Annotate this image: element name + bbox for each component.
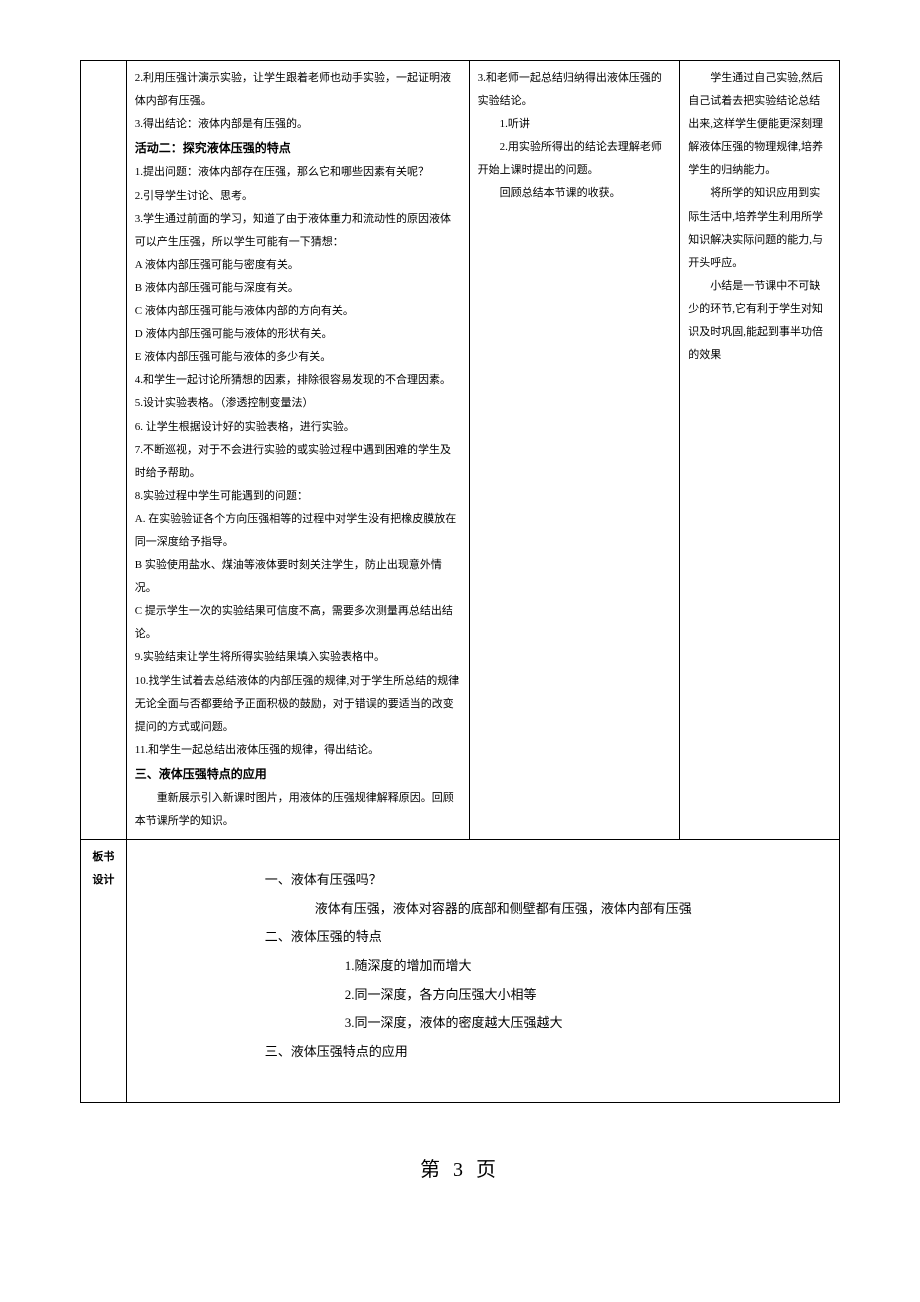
text-line: B 液体内部压强可能与深度有关。 (135, 277, 461, 300)
text-line: 7.不断巡视，对于不会进行实验的或实验过程中遇到困难的学生及时给予帮助。 (135, 439, 461, 485)
board-label: 板书设计 (81, 840, 127, 1103)
text-line: 8.实验过程中学生可能遇到的问题： (135, 485, 461, 508)
row-label-empty (81, 61, 127, 840)
lesson-table: 2.利用压强计演示实验，让学生跟着老师也动手实验，一起证明液体内部有压强。 3.… (80, 60, 840, 1103)
text-line: 11.和学生一起总结出液体压强的规律，得出结论。 (135, 739, 461, 762)
text-line: 10.找学生试着去总结液体的内部压强的规律,对于学生所总结的规律无论全面与否都要… (135, 670, 461, 739)
text-line: C 液体内部压强可能与液体内部的方向有关。 (135, 300, 461, 323)
board-content: 一、液体有压强吗？ 液体有压强，液体对容器的底部和侧壁都有压强，液体内部有压强 … (135, 846, 831, 1096)
text-line: 3.学生通过前面的学习，知道了由于液体重力和流动性的原因液体可以产生压强，所以学… (135, 208, 461, 254)
board-line: 三、液体压强特点的应用 (265, 1038, 821, 1067)
page-number: 第 3 页 (80, 1153, 840, 1182)
text-line: 回顾总结本节课的收获。 (478, 182, 672, 205)
board-line: 1.随深度的增加而增大 (345, 952, 821, 981)
text-line: 9.实验结束让学生将所得实验结果填入实验表格中。 (135, 646, 461, 669)
board-design-row: 板书设计 一、液体有压强吗？ 液体有压强，液体对容器的底部和侧壁都有压强，液体内… (81, 840, 840, 1103)
text-line: 3.得出结论：液体内部是有压强的。 (135, 113, 461, 136)
board-line: 二、液体压强的特点 (265, 923, 821, 952)
text-line: 学生通过自己实验,然后自己试着去把实验结论总结出来,这样学生便能更深刻理解液体压… (688, 67, 831, 182)
text-line: 5.设计实验表格。（渗透控制变量法） (135, 392, 461, 415)
text-line: 4.和学生一起讨论所猜想的因素，排除很容易发现的不合理因素。 (135, 369, 461, 392)
activity-heading: 活动二：探究液体压强的特点 (135, 136, 461, 161)
board-line: 3.同一深度，液体的密度越大压强越大 (345, 1009, 821, 1038)
board-line: 液体有压强，液体对容器的底部和侧壁都有压强，液体内部有压强 (315, 895, 821, 924)
board-line: 一、液体有压强吗？ (265, 866, 821, 895)
text-line: A 液体内部压强可能与密度有关。 (135, 254, 461, 277)
page-container: 2.利用压强计演示实验，让学生跟着老师也动手实验，一起证明液体内部有压强。 3.… (0, 0, 920, 1222)
text-line: 2.用实验所得出的结论去理解老师开始上课时提出的问题。 (478, 136, 672, 182)
text-line: 将所学的知识应用到实际生活中,培养学生利用所学知识解决实际问题的能力,与开头呼应… (688, 182, 831, 274)
text-line: 3.和老师一起总结归纳得出液体压强的实验结论。 (478, 67, 672, 113)
student-activity-cell: 3.和老师一起总结归纳得出液体压强的实验结论。 1.听讲 2.用实验所得出的结论… (469, 61, 680, 840)
board-content-cell: 一、液体有压强吗？ 液体有压强，液体对容器的底部和侧壁都有压强，液体内部有压强 … (126, 840, 839, 1103)
board-line: 2.同一深度，各方向压强大小相等 (345, 981, 821, 1010)
text-line: B 实验使用盐水、煤油等液体要时刻关注学生，防止出现意外情况。 (135, 554, 461, 600)
text-line: 2.引导学生讨论、思考。 (135, 185, 461, 208)
text-line: 重新展示引入新课时图片，用液体的压强规律解释原因。回顾本节课所学的知识。 (135, 787, 461, 833)
section-heading: 三、液体压强特点的应用 (135, 762, 461, 787)
text-line: C 提示学生一次的实验结果可信度不高，需要多次测量再总结出结论。 (135, 600, 461, 646)
text-line: D 液体内部压强可能与液体的形状有关。 (135, 323, 461, 346)
text-line: 小结是一节课中不可缺少的环节,它有利于学生对知识及时巩固,能起到事半功倍的效果 (688, 275, 831, 367)
text-line: 2.利用压强计演示实验，让学生跟着老师也动手实验，一起证明液体内部有压强。 (135, 67, 461, 113)
teacher-activity-cell: 2.利用压强计演示实验，让学生跟着老师也动手实验，一起证明液体内部有压强。 3.… (126, 61, 469, 840)
text-line: 1.提出问题：液体内部存在压强，那么它和哪些因素有关呢？ (135, 161, 461, 184)
text-line: E 液体内部压强可能与液体的多少有关。 (135, 346, 461, 369)
text-line: A. 在实验验证各个方向压强相等的过程中对学生没有把橡皮膜放在同一深度给予指导。 (135, 508, 461, 554)
content-row: 2.利用压强计演示实验，让学生跟着老师也动手实验，一起证明液体内部有压强。 3.… (81, 61, 840, 840)
design-intent-cell: 学生通过自己实验,然后自己试着去把实验结论总结出来,这样学生便能更深刻理解液体压… (680, 61, 840, 840)
text-line: 1.听讲 (478, 113, 672, 136)
text-line: 6. 让学生根据设计好的实验表格，进行实验。 (135, 416, 461, 439)
